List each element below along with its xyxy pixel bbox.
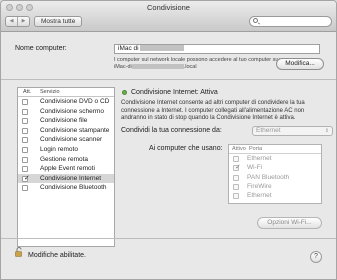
service-name: Condivisione schermo [40, 107, 104, 115]
redacted-address [131, 64, 184, 70]
service-checkbox[interactable] [22, 118, 28, 125]
lock-open-icon[interactable] [15, 247, 23, 257]
share-from-value: Ethernet [256, 127, 281, 134]
services-list: Att. Servizio Condivisione DVD o CD Cond… [17, 87, 115, 247]
service-row-selected[interactable]: ✓ Condivisione Internet [18, 173, 114, 184]
computer-name-value: iMac di [118, 45, 139, 52]
local-address-prefix: iMac-di [114, 64, 132, 70]
service-name: Condivisione file [40, 117, 88, 125]
service-row[interactable]: Condivisione scanner [18, 135, 114, 145]
service-checkbox[interactable] [22, 99, 28, 105]
service-name: Gestione remota [40, 155, 89, 163]
window-title: Condivisione [147, 3, 190, 12]
service-checkbox[interactable] [22, 156, 28, 163]
forward-arrow-icon[interactable]: ▶ [18, 17, 29, 26]
edit-name-button[interactable]: Modifica... [276, 58, 324, 70]
local-info-line1: I computer sul network locale possono ac… [114, 57, 281, 63]
service-name: Apple Event remoti [40, 165, 95, 173]
port-checkbox[interactable] [233, 183, 239, 190]
computer-name-label: Nome computer: [15, 45, 67, 52]
header-on: Att. [23, 89, 32, 95]
port-checkbox[interactable] [233, 156, 239, 162]
ports-list: Attivo Porta Ethernet ✓ Wi-Fi PAN Bluetoo… [228, 144, 322, 204]
local-info-line2: iMac-di .local [114, 64, 197, 70]
preferences-window: Condivisione ◀ ▶ Mostra tutte Nome compu… [0, 0, 337, 280]
service-checkbox[interactable] [22, 108, 28, 115]
service-checkbox[interactable] [22, 127, 28, 134]
port-name: Wi-Fi [247, 164, 263, 172]
port-row[interactable]: Ethernet [229, 154, 321, 163]
back-forward-control: ◀ ▶ [5, 16, 30, 27]
service-row[interactable]: Condivisione stampante [18, 126, 114, 136]
service-row[interactable]: Apple Event remoti [18, 164, 114, 174]
header-service: Servizio [40, 89, 60, 95]
port-row[interactable]: Ethernet [229, 191, 321, 200]
service-row[interactable]: Condivisione DVD o CD [18, 97, 114, 107]
port-checkbox[interactable] [233, 193, 239, 200]
to-computers-label: Ai computer che usano: [149, 145, 223, 152]
service-name: Condivisione scanner [40, 136, 103, 144]
share-from-popup[interactable]: Ethernet ⇕ [252, 126, 333, 136]
wifi-options-button[interactable]: Opzioni Wi-Fi... [257, 217, 322, 229]
port-name: Ethernet [247, 155, 272, 162]
ports-header-on: Attivo [232, 146, 246, 152]
search-field[interactable] [249, 16, 332, 27]
help-button[interactable]: ? [310, 251, 322, 263]
show-all-button[interactable]: Mostra tutte [34, 16, 83, 27]
share-from-label: Condividi la tua connessione da: [121, 127, 222, 134]
service-row[interactable]: Condivisione file [18, 116, 114, 126]
service-row[interactable]: Condivisione schermo [18, 107, 114, 117]
service-name: Condivisione DVD o CD [40, 98, 110, 105]
back-arrow-icon[interactable]: ◀ [6, 17, 18, 26]
service-name: Condivisione Bluetooth [40, 184, 107, 192]
service-checkbox[interactable]: ✓ [22, 174, 30, 182]
service-name: Login remoto [40, 145, 78, 153]
footer-divider [1, 238, 336, 239]
status-indicator-icon [122, 90, 127, 95]
port-name: FireWire [247, 182, 272, 190]
computer-name-field[interactable]: iMac di [114, 44, 320, 54]
search-icon [253, 18, 258, 23]
service-row[interactable]: Condivisione Bluetooth [18, 183, 114, 193]
local-address-suffix: .local [183, 64, 197, 70]
service-description: Condivisione Internet consente ad altri … [121, 100, 305, 121]
checkmark-icon: ✓ [235, 164, 241, 172]
checkmark-icon: ✓ [24, 174, 30, 182]
port-name: Ethernet [247, 192, 272, 200]
ports-list-header: Attivo Porta [229, 145, 321, 154]
service-row[interactable]: Login remoto [18, 145, 114, 155]
ports-header-port: Porta [249, 146, 263, 152]
port-checkbox[interactable] [233, 174, 239, 181]
service-checkbox[interactable] [22, 185, 28, 192]
service-checkbox[interactable] [22, 137, 28, 144]
port-name: PAN Bluetooth [247, 173, 290, 181]
services-list-header: Att. Servizio [18, 88, 114, 97]
title-bar: Condivisione ◀ ▶ Mostra tutte [1, 1, 336, 32]
service-name: Condivisione Internet [40, 174, 102, 182]
port-checkbox[interactable]: ✓ [233, 164, 241, 172]
popup-arrows-icon: ⇕ [324, 128, 329, 134]
service-checkbox[interactable] [22, 146, 28, 153]
redacted-name [140, 45, 185, 52]
port-row[interactable]: FireWire [229, 182, 321, 191]
lock-status-label: Modifiche abilitate. [28, 252, 86, 259]
service-checkbox[interactable] [22, 166, 28, 173]
service-row[interactable]: Gestione remota [18, 155, 114, 165]
port-row[interactable]: ✓ Wi-Fi [229, 163, 321, 172]
service-name: Condivisione stampante [40, 126, 110, 134]
section-divider [1, 79, 336, 80]
port-row[interactable]: PAN Bluetooth [229, 173, 321, 182]
service-status: Condivisione Internet: Attiva [131, 89, 218, 96]
